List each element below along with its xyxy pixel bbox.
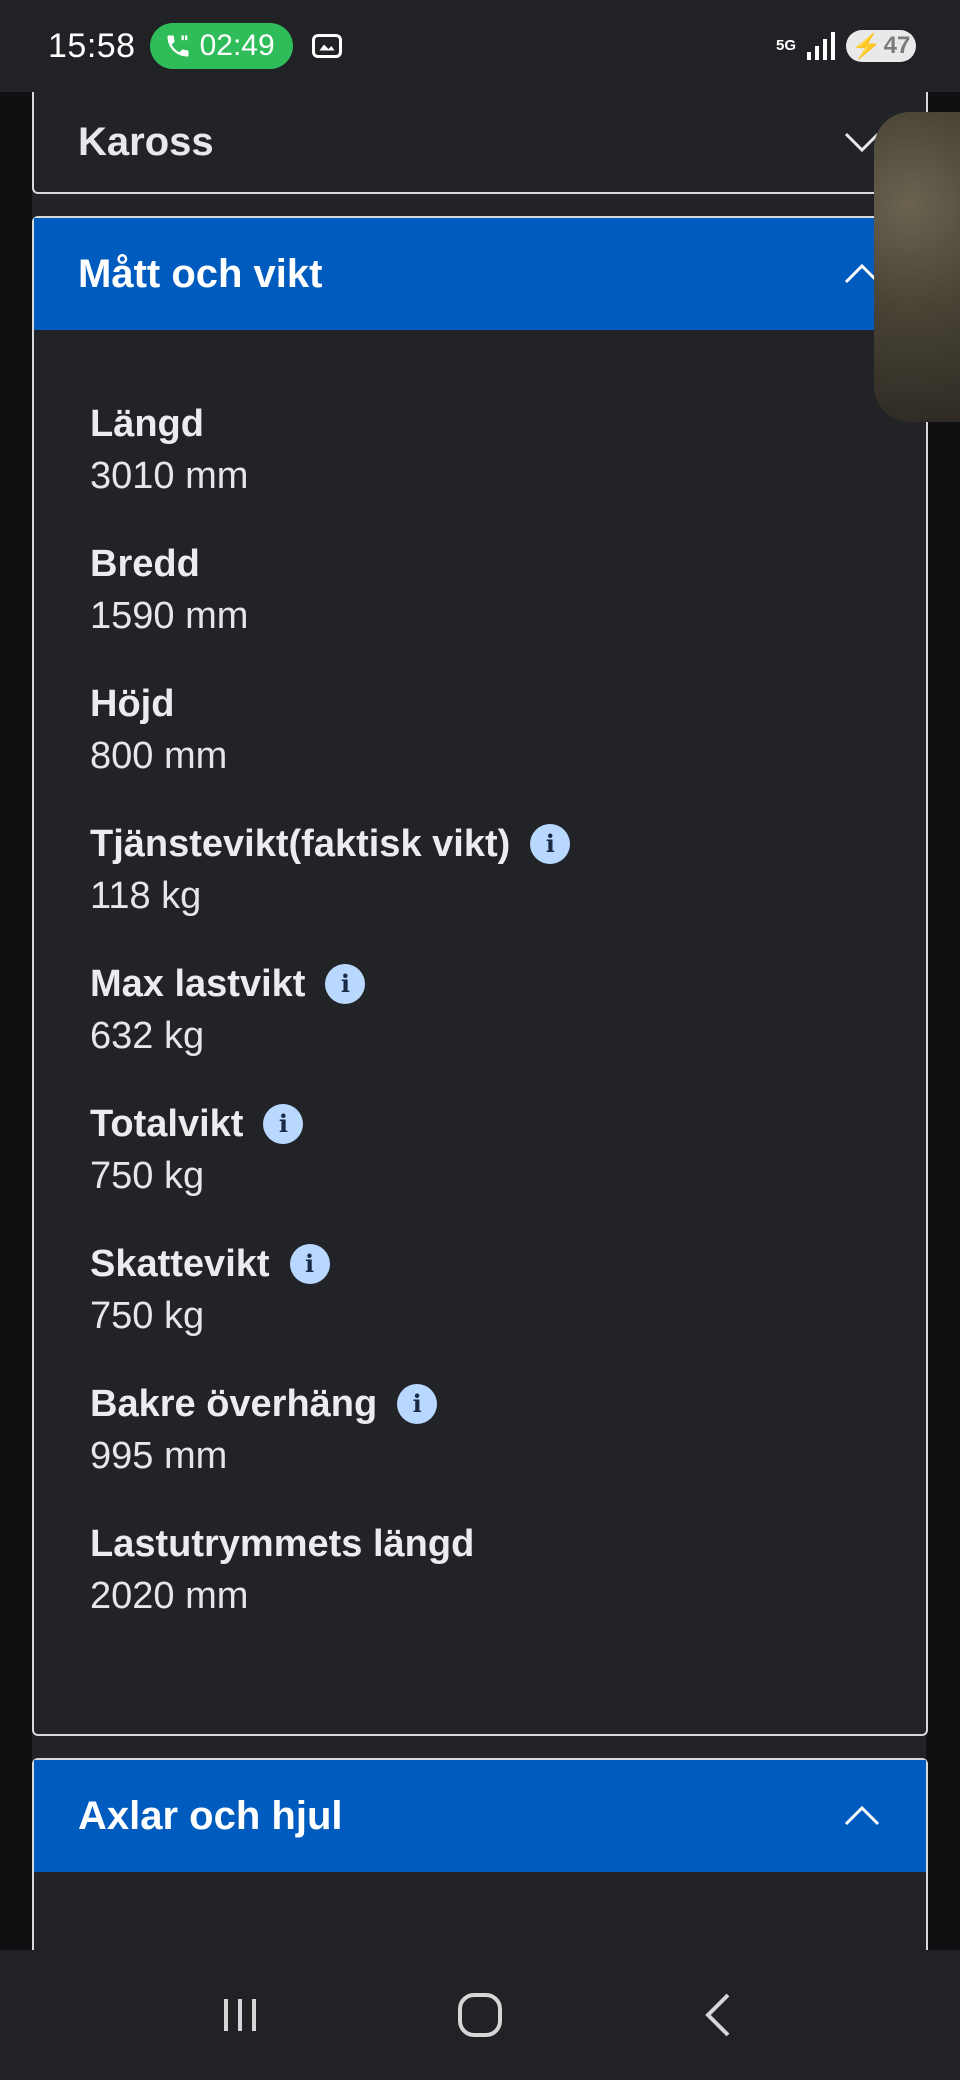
section-axlar-title: Axlar och hjul (78, 1793, 343, 1838)
spec-item-bakre-overhang: Bakre överhäng i 995 mm (90, 1380, 926, 1484)
spec-value: 632 kg (90, 1015, 205, 1057)
spec-value: 750 kg (90, 1295, 205, 1337)
spec-label: Skattevikt i (90, 1240, 926, 1288)
info-icon[interactable]: i (263, 1104, 304, 1144)
spec-label: Längd (90, 400, 926, 448)
spec-item-totalvikt: Totalvikt i 750 kg (90, 1100, 926, 1204)
screenshot-icon (311, 34, 342, 58)
spec-value: 1590 mm (90, 595, 249, 637)
spec-label-text: Bakre överhäng (90, 1383, 378, 1425)
status-time: 15:58 (48, 26, 136, 65)
section-matt-header[interactable]: Mått och vikt (34, 218, 926, 330)
spec-list: Längd 3010 mm Bredd 1590 mm Höjd 800 mm … (34, 330, 926, 1624)
info-icon[interactable]: i (530, 824, 571, 864)
spec-label: Bakre överhäng i (90, 1380, 926, 1428)
signal-icon (807, 32, 835, 60)
spec-label: Höjd (90, 680, 926, 728)
section-kaross-title: Kaross (78, 119, 214, 164)
spec-label: Totalvikt i (90, 1100, 926, 1148)
home-icon[interactable] (450, 1985, 510, 2045)
spec-item-max-lastvikt: Max lastvikt i 632 kg (90, 960, 926, 1064)
spec-value: 800 mm (90, 735, 228, 777)
section-axlar-header[interactable]: Axlar och hjul (34, 1760, 926, 1872)
network-5g-icon: 5G (775, 37, 796, 54)
spec-item-tjanstevikt: Tjänstevikt(faktisk vikt) i 118 kg (90, 820, 926, 924)
section-kaross: Kaross (32, 92, 928, 194)
battery-icon: ⚡ 47 (846, 30, 916, 62)
spec-label-text: Höjd (90, 683, 175, 725)
ongoing-call-pill[interactable]: 02:49 (149, 23, 293, 69)
recent-apps-icon[interactable] (210, 1985, 270, 2045)
section-kaross-header[interactable]: Kaross (34, 92, 926, 192)
spec-label-text: Tjänstevikt(faktisk vikt) (90, 823, 511, 865)
spec-value: 118 kg (90, 875, 202, 917)
system-navigation-bar (0, 1950, 960, 2080)
back-icon[interactable] (690, 1985, 750, 2045)
spec-label: Bredd (90, 540, 926, 588)
section-matt-title: Mått och vikt (78, 251, 323, 296)
spec-value: 2020 mm (90, 1575, 249, 1617)
info-icon[interactable]: i (289, 1244, 330, 1284)
spec-item-lastutrymmets-langd: Lastutrymmets längd 2020 mm (90, 1520, 926, 1624)
spec-item-langd: Längd 3010 mm (90, 400, 926, 504)
spec-label-text: Max lastvikt (90, 963, 306, 1005)
spec-value: 995 mm (90, 1435, 228, 1477)
spec-item-bredd: Bredd 1590 mm (90, 540, 926, 644)
section-matt-och-vikt: Mått och vikt Längd 3010 mm Bredd 1590 m… (32, 216, 928, 1736)
spec-value: 3010 mm (90, 455, 249, 497)
spec-item-skattevikt: Skattevikt i 750 kg (90, 1240, 926, 1344)
spec-label: Tjänstevikt(faktisk vikt) i (90, 820, 926, 868)
call-duration: 02:49 (199, 29, 275, 62)
spec-label-text: Bredd (90, 543, 200, 585)
spec-item-hojd: Höjd 800 mm (90, 680, 926, 784)
spec-label-text: Skattevikt (90, 1243, 270, 1285)
spec-value: 750 kg (90, 1155, 205, 1197)
status-right-icons: 5G ⚡ 47 (776, 30, 916, 62)
spec-label-text: Längd (90, 403, 204, 445)
spec-label: Max lastvikt i (90, 960, 926, 1008)
info-icon[interactable]: i (397, 1384, 438, 1424)
floating-video-thumbnail[interactable] (874, 112, 960, 422)
phone-icon (167, 35, 189, 57)
section-axlar-och-hjul: Axlar och hjul (32, 1758, 928, 1950)
spec-label-text: Totalvikt (90, 1103, 244, 1145)
chevron-up-icon (844, 1805, 880, 1826)
battery-level: 47 (883, 32, 911, 59)
info-icon[interactable]: i (325, 964, 366, 1004)
content-area: Kaross Mått och vikt Längd 3010 mm Bredd… (0, 92, 960, 1950)
charging-bolt-icon: ⚡ (851, 32, 882, 60)
spec-label: Lastutrymmets längd (90, 1520, 926, 1568)
status-bar: 15:58 02:49 5G ⚡ 47 (0, 0, 960, 92)
spec-label-text: Lastutrymmets längd (90, 1523, 475, 1565)
